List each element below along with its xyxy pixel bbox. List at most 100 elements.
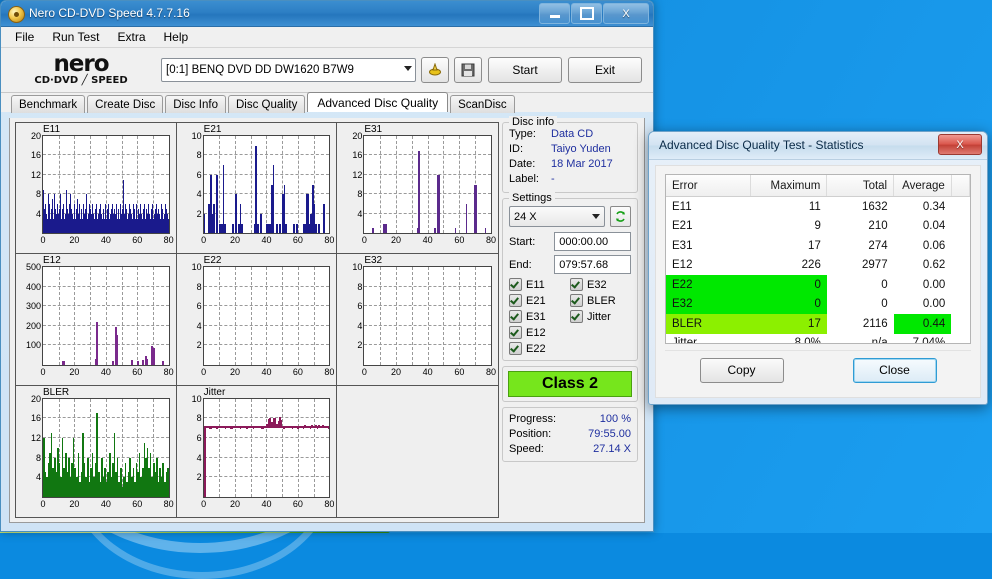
checkbox-jitter[interactable]: Jitter [570,310,631,323]
graph-plot-area: 100200300400500020406080 [42,266,170,365]
tab-create-disc[interactable]: Create Disc [87,95,163,113]
minimize-button[interactable] [539,3,570,24]
x-axis-tick-label: 0 [201,367,206,377]
graph-title: E21 [204,124,222,135]
close-icon: X [622,8,629,20]
y-axis-tick-label: 4 [36,209,41,219]
start-button[interactable]: Start [488,57,562,83]
x-axis-tick-label: 60 [293,235,303,245]
jitter-noise [324,427,326,428]
checkbox-bler[interactable]: BLER [570,294,631,307]
column-header-maximum[interactable]: Maximum [751,175,827,197]
close-icon: X [956,139,963,151]
refresh-button[interactable] [610,206,631,227]
data-bar [276,224,278,234]
window-titlebar[interactable]: Nero CD-DVD Speed 4.7.7.16 X [1,1,653,27]
close-button[interactable]: X [603,3,649,24]
data-bar [63,361,65,365]
progress-row: Progress: 100 % [509,412,631,427]
cell-total: 1632 [827,197,894,217]
cell-maximum: 8.0% [751,334,827,345]
cell-error: E31 [666,236,751,256]
maximize-button[interactable] [571,3,602,24]
data-bar [285,224,287,234]
speed-value: 27.14 X [593,442,631,457]
cell-total: 0 [827,295,894,315]
x-axis-tick-label: 20 [230,499,240,509]
cell-total: 2977 [827,256,894,276]
dialog-titlebar[interactable]: Advanced Disc Quality Test - Statistics … [649,132,987,160]
jitter-noise [293,427,295,428]
checkbox-e11[interactable]: E11 [509,278,570,291]
class-group: Class 2 [502,366,638,402]
tab-benchmark[interactable]: Benchmark [11,95,85,113]
graph-plot-area: 48121620020406080 [42,398,170,498]
end-field-row: End: 079:57.68 [509,255,631,274]
table-row[interactable]: E31172740.06 [666,236,970,256]
settings-legend: Settings [509,192,555,204]
close-dialog-button[interactable]: Close [853,358,937,383]
column-header-total[interactable]: Total [827,175,894,197]
eject-button[interactable] [421,57,449,83]
tab-advanced-disc-quality[interactable]: Advanced Disc Quality [307,92,448,112]
cell-filler [951,256,969,276]
tab-disc-quality[interactable]: Disc Quality [228,95,305,113]
table-row[interactable]: E22000.00 [666,275,970,295]
end-input[interactable]: 079:57.68 [554,255,631,274]
checkbox-icon [509,294,522,307]
checkbox-e31[interactable]: E31 [509,310,570,323]
dialog-close-button[interactable]: X [938,134,982,155]
table-row[interactable]: E32000.00 [666,295,970,315]
y-axis-tick-label: 10 [192,131,202,141]
speed-select[interactable]: 24 X [509,206,605,227]
cell-filler [951,197,969,217]
disc-icon [8,6,25,23]
checkbox-label-bler: BLER [587,295,616,307]
y-axis-tick-label: 300 [26,301,41,311]
menu-item-run-test[interactable]: Run Test [44,28,107,46]
settings-group: Settings 24 X [502,198,638,361]
table-row[interactable]: E111116320.34 [666,197,970,217]
table-row[interactable]: Jitter8.0%n/a7.04% [666,334,970,345]
table-row[interactable]: BLER1721160.44 [666,314,970,334]
y-axis-tick-label: 6 [197,301,202,311]
cell-average: 0.34 [894,197,952,217]
menu-item-extra[interactable]: Extra [109,28,153,46]
checkbox-e22[interactable]: E22 [509,342,570,355]
checkbox-e12[interactable]: E12 [509,326,570,339]
speed-select-value: 24 X [514,211,537,223]
copy-button[interactable]: Copy [700,358,784,383]
x-axis-tick-label: 40 [261,367,271,377]
table-row[interactable]: E2192100.04 [666,217,970,237]
data-bar [131,360,133,364]
minimize-icon [550,15,560,18]
start-input[interactable]: 000:00.00 [554,232,631,251]
tab-strip: Benchmark Create Disc Disc Info Disc Qua… [1,93,653,112]
jitter-noise [247,428,249,429]
tab-disc-info[interactable]: Disc Info [165,95,226,113]
data-bar [117,335,119,364]
window-title: Nero CD-DVD Speed 4.7.7.16 [29,6,190,20]
data-bar [260,214,262,233]
menu-item-help[interactable]: Help [156,28,197,46]
column-header-average[interactable]: Average [894,175,952,197]
y-axis-tick-label: 8 [197,282,202,292]
data-bar [147,359,149,365]
graph-plot-area: 246810020406080 [203,266,331,365]
drive-select[interactable]: [0:1] BENQ DVD DD DW1620 B7W9 [161,58,416,82]
exit-button[interactable]: Exit [568,57,642,83]
menu-item-file[interactable]: File [7,28,42,46]
y-axis-tick-label: 4 [197,321,202,331]
checkbox-label-e22: E22 [526,343,546,355]
data-bar [241,224,243,234]
checkbox-e32[interactable]: E32 [570,278,631,291]
checkbox-e21[interactable]: E21 [509,294,570,307]
column-header-error[interactable]: Error [666,175,751,197]
tab-scandisc[interactable]: ScanDisc [450,95,515,113]
save-button[interactable] [454,57,482,83]
disc-info-row-label: Label: - [509,172,631,187]
table-row[interactable]: E1222629770.62 [666,256,970,276]
maximize-icon [580,7,594,20]
data-bar [153,348,155,365]
cell-filler [951,275,969,295]
